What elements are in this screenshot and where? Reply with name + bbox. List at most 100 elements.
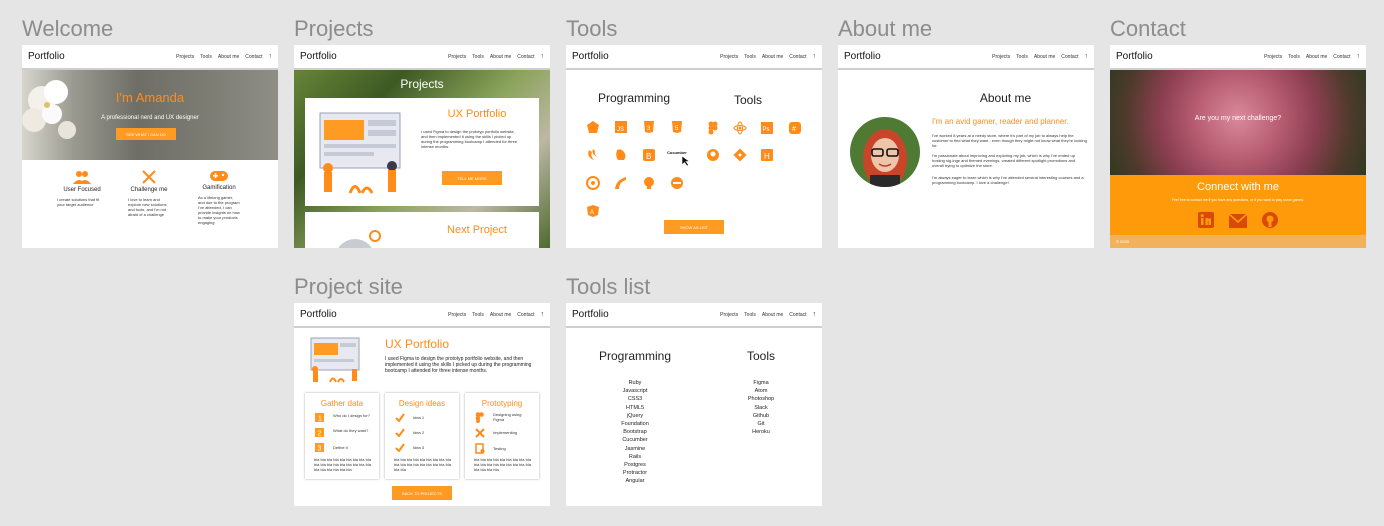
top-nav: Portfolio Projects Tools About me Contac… — [294, 45, 550, 70]
github-icon[interactable] — [1261, 211, 1279, 229]
nav-link-about[interactable]: About me — [1306, 54, 1327, 60]
brand-logo[interactable]: Portfolio — [572, 51, 609, 62]
photoshop-icon[interactable]: Ps — [760, 121, 774, 135]
top-nav: Portfolio Projects Tools About me Contac… — [566, 45, 822, 70]
svg-text:B: B — [646, 152, 651, 161]
nav-link-contact[interactable]: Contact — [1333, 54, 1350, 60]
nav-link-tools[interactable]: Tools — [200, 54, 212, 60]
brand-logo[interactable]: Portfolio — [844, 51, 881, 62]
project-site-frame[interactable]: Portfolio Projects Tools About me Contac… — [294, 303, 550, 506]
nav-link-projects[interactable]: Projects — [448, 54, 466, 60]
nav-link-projects[interactable]: Projects — [720, 54, 738, 60]
project-card-ux-portfolio[interactable]: UX Portfolio I used Figma to design the … — [305, 98, 539, 206]
nav-link-tools[interactable]: Tools — [1288, 54, 1300, 60]
column-filler-text: bla bla bla bla bla bla bla bla bla bla … — [394, 457, 451, 472]
back-to-top-icon[interactable]: ↑ — [813, 53, 817, 60]
column-prototyping: Prototyping Designing using Figma Implem… — [465, 393, 539, 479]
jasmine-icon[interactable] — [586, 176, 600, 190]
feature-challenge-me: Challenge me I love to learn and explore… — [128, 170, 170, 217]
nav-link-tools[interactable]: Tools — [744, 54, 756, 60]
brand-logo[interactable]: Portfolio — [300, 51, 337, 62]
svg-text:2: 2 — [318, 431, 322, 438]
nav-link-contact[interactable]: Contact — [1061, 54, 1078, 60]
svg-text:H: H — [764, 152, 770, 161]
nav-link-projects[interactable]: Projects — [720, 312, 738, 318]
nav-link-about[interactable]: About me — [490, 312, 511, 318]
welcome-frame[interactable]: Portfolio Projects Tools About me Contac… — [22, 45, 278, 248]
postgres-icon[interactable] — [642, 176, 656, 190]
about-paragraph-2: I'm passionate about improving and explo… — [932, 153, 1076, 168]
nav-link-tools[interactable]: Tools — [472, 312, 484, 318]
linkedin-icon[interactable] — [1197, 211, 1215, 229]
slack-icon[interactable]: # — [788, 121, 802, 135]
back-to-top-icon[interactable]: ↑ — [541, 53, 545, 60]
back-to-projects-button[interactable]: BACK TO PROJECTS — [392, 486, 452, 500]
jquery-icon[interactable] — [586, 148, 600, 162]
brand-logo[interactable]: Portfolio — [572, 309, 609, 320]
nav-link-tools[interactable]: Tools — [744, 312, 756, 318]
nav-link-contact[interactable]: Contact — [789, 312, 806, 318]
back-to-top-icon[interactable]: ↑ — [813, 311, 817, 318]
svg-text:1: 1 — [318, 416, 322, 423]
tools-list-frame[interactable]: Portfolio Projects Tools About me Contac… — [566, 303, 822, 506]
tools-item: Git — [757, 421, 765, 428]
nav-link-tools[interactable]: Tools — [472, 54, 484, 60]
show-as-list-button[interactable]: SHOW AS LIST — [664, 220, 724, 234]
back-to-top-icon[interactable]: ↑ — [269, 53, 273, 60]
heroku-icon[interactable]: H — [760, 148, 774, 162]
hero-title: I'm Amanda — [115, 90, 185, 105]
footer-copyright: © 2020 — [1116, 239, 1129, 244]
figma-icon[interactable] — [706, 121, 720, 135]
protractor-icon[interactable] — [670, 176, 684, 190]
nav-link-projects[interactable]: Projects — [176, 54, 194, 60]
html5-icon[interactable]: 5 — [670, 120, 684, 134]
nav-link-contact[interactable]: Contact — [517, 312, 534, 318]
bootstrap-icon[interactable]: B — [642, 148, 656, 162]
programming-item: Ruby — [628, 380, 642, 386]
tools-icon — [475, 428, 485, 438]
brand-logo[interactable]: Portfolio — [300, 309, 337, 320]
nav-link-about[interactable]: About me — [1034, 54, 1055, 60]
project-card-next[interactable]: Next Project — [305, 212, 539, 248]
email-icon[interactable] — [1228, 213, 1248, 229]
nav-link-contact[interactable]: Contact — [245, 54, 262, 60]
nav-link-projects[interactable]: Projects — [448, 312, 466, 318]
project-site-heading: UX Portfolio — [385, 337, 450, 351]
programming-item: Protractor — [622, 470, 648, 477]
back-to-top-icon[interactable]: ↑ — [1357, 53, 1361, 60]
rails-icon[interactable] — [614, 176, 628, 190]
atom-icon[interactable] — [733, 121, 747, 135]
programming-heading: Programming — [598, 91, 671, 105]
brand-logo[interactable]: Portfolio — [1116, 51, 1153, 62]
nav-link-tools[interactable]: Tools — [1016, 54, 1028, 60]
ruby-icon[interactable] — [586, 120, 600, 134]
see-what-i-can-do-button[interactable]: SEE WHAT I CAN DO — [116, 128, 176, 140]
tools-frame[interactable]: Portfolio Projects Tools About me Contac… — [566, 45, 822, 248]
nav-link-about[interactable]: About me — [762, 54, 783, 60]
nav-link-about[interactable]: About me — [490, 54, 511, 60]
tell-me-more-button[interactable]: TELL ME MORE — [442, 171, 502, 185]
nav-link-about[interactable]: About me — [218, 54, 239, 60]
css3-icon[interactable]: 3 — [642, 120, 656, 134]
projects-frame[interactable]: Portfolio Projects Tools About me Contac… — [294, 45, 550, 248]
nav-link-projects[interactable]: Projects — [992, 54, 1010, 60]
javascript-icon[interactable]: JS — [614, 120, 628, 134]
contact-frame[interactable]: Portfolio Projects Tools About me Contac… — [1110, 45, 1366, 248]
column-filler-text: bla bla bla bla bla bla bla bla bla bla … — [314, 457, 371, 472]
about-frame[interactable]: Portfolio Projects Tools About me Contac… — [838, 45, 1094, 248]
angular-icon[interactable]: A — [586, 204, 600, 218]
github-icon[interactable] — [706, 148, 720, 162]
project-illustration-next — [338, 230, 381, 248]
nav-link-contact[interactable]: Contact — [517, 54, 534, 60]
connect-section: Connect with me Feel free to contact me … — [1110, 175, 1366, 235]
nav-link-projects[interactable]: Projects — [1264, 54, 1282, 60]
nav-link-contact[interactable]: Contact — [789, 54, 806, 60]
git-icon[interactable] — [733, 148, 747, 162]
back-to-top-icon[interactable]: ↑ — [541, 311, 545, 318]
nav-link-about[interactable]: About me — [762, 312, 783, 318]
brand-logo[interactable]: Portfolio — [28, 51, 65, 62]
foundation-icon[interactable] — [614, 148, 628, 162]
frame-title-tools: Tools — [566, 16, 618, 41]
programming-heading: Programming — [598, 349, 672, 363]
back-to-top-icon[interactable]: ↑ — [1085, 53, 1089, 60]
